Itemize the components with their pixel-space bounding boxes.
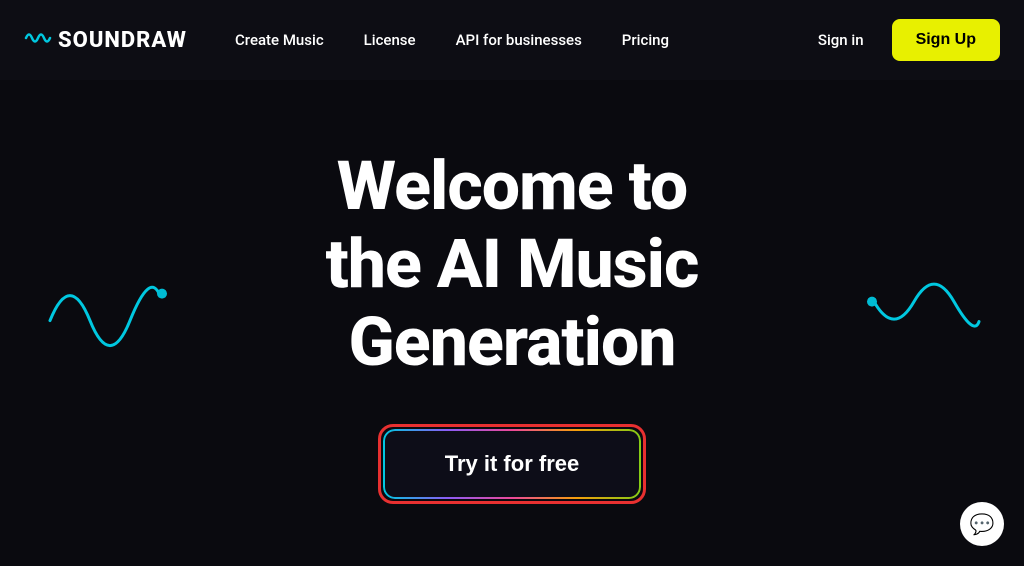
hero-title: Welcome tothe AI MusicGeneration <box>326 147 699 382</box>
nav-license[interactable]: License <box>348 23 432 57</box>
logo-text: SOUNDRAW <box>58 28 187 53</box>
wave-decoration-right <box>864 267 984 361</box>
nav-links: Create Music License API for businesses … <box>219 23 806 57</box>
sign-up-button[interactable]: Sign Up <box>892 19 1000 61</box>
wave-decoration-left <box>40 261 170 365</box>
navbar: SOUNDRAW Create Music License API for bu… <box>0 0 1024 80</box>
chat-bubble-button[interactable]: 💬 <box>960 502 1004 546</box>
nav-api-businesses[interactable]: API for businesses <box>440 23 598 57</box>
nav-actions: Sign in Sign Up <box>806 19 1000 61</box>
cta-try-free-button[interactable]: Try it for free <box>383 429 641 499</box>
nav-create-music[interactable]: Create Music <box>219 23 340 57</box>
hero-section: Welcome tothe AI MusicGeneration Try it … <box>0 80 1024 566</box>
logo[interactable]: SOUNDRAW <box>24 27 187 54</box>
cta-wrapper: Try it for free <box>383 429 641 499</box>
nav-pricing[interactable]: Pricing <box>606 23 685 57</box>
sign-in-link[interactable]: Sign in <box>806 23 876 57</box>
soundraw-logo-icon <box>24 27 52 54</box>
chat-icon: 💬 <box>970 512 995 536</box>
